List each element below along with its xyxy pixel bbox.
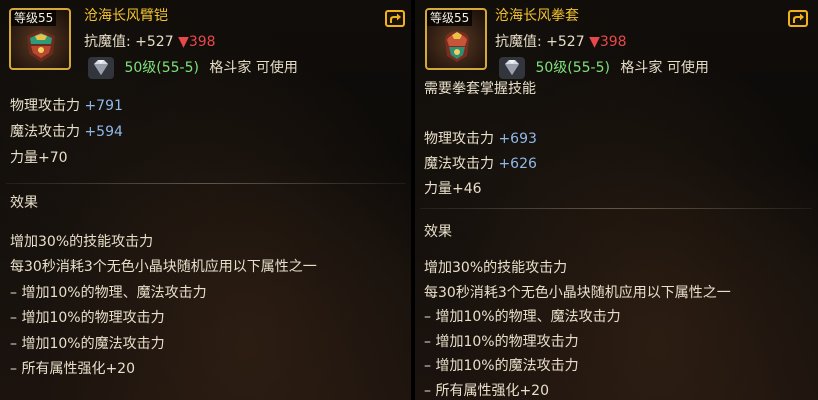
diamond-gem-icon (499, 57, 525, 79)
magic-resist-label: 抗魔值: (495, 34, 542, 50)
item-icon-slot[interactable]: 等级55 (9, 8, 71, 70)
tooltip-comparison: 等级55 沧海长风臂铠 抗魔值: +527 ▼398 50级(55-5) 格斗家… (0, 0, 818, 400)
effect-line: – 所有属性强化+20 (424, 383, 549, 399)
class-requirement: 格斗家 可使用 (209, 60, 298, 76)
effect-line: 增加30%的技能攻击力 (10, 234, 154, 250)
stat-value: +791 (84, 98, 123, 114)
magic-resist-label: 抗魔值: (84, 34, 131, 50)
stat-label: 物理攻击力 (424, 131, 494, 147)
effect-title: 效果 (10, 195, 38, 211)
effect-line: – 增加10%的物理攻击力 (10, 310, 165, 326)
effect-line: – 所有属性强化+20 (10, 361, 135, 377)
item-tooltip-right: 等级55 沧海长风拳套 抗魔值: +527 ▼398 50级(55-5) 格斗家… (415, 0, 818, 400)
stat-label: 魔法攻击力 (424, 156, 494, 172)
strength-line: 力量+46 (424, 181, 482, 197)
effect-line: – 增加10%的魔法攻击力 (424, 358, 579, 374)
magic-attack-line: 魔法攻击力 +594 (10, 123, 123, 141)
physical-attack-line: 物理攻击力 +791 (10, 97, 123, 115)
stat-value: +594 (84, 124, 123, 140)
share-button[interactable] (788, 10, 808, 27)
effect-line: 每30秒消耗3个无色小晶块随机应用以下属性之一 (10, 259, 317, 275)
magic-resist-diff: ▼398 (589, 34, 627, 50)
requirement-row: 50级(55-5) 格斗家 可使用 (499, 56, 709, 80)
required-level: 50级(55-5) (535, 60, 610, 76)
section-divider (420, 208, 812, 209)
level-badge: 等级55 (11, 10, 57, 26)
share-icon (793, 13, 804, 23)
effect-line: 增加30%的技能攻击力 (424, 260, 568, 276)
item-name: 沧海长风臂铠 (84, 8, 168, 24)
effect-line: – 增加10%的物理、魔法攻击力 (424, 309, 621, 325)
item-icon-slot[interactable]: 等级55 (425, 8, 487, 70)
effect-title: 效果 (424, 224, 452, 240)
effect-line: – 增加10%的物理、魔法攻击力 (10, 285, 207, 301)
effect-line: – 增加10%的物理攻击力 (424, 334, 579, 350)
effect-line: 每30秒消耗3个无色小晶块随机应用以下属性之一 (424, 285, 731, 301)
requirement-row: 50级(55-5) 格斗家 可使用 (88, 56, 298, 80)
gauntlet-icon (445, 31, 469, 62)
magic-resist-value: +527 (546, 34, 585, 50)
stat-label: 物理攻击力 (10, 98, 80, 114)
required-level: 50级(55-5) (124, 60, 199, 76)
arm-guard-icon (27, 30, 55, 62)
item-name: 沧海长风拳套 (495, 8, 579, 24)
magic-resist-line: 抗魔值: +527 ▼398 (495, 33, 627, 51)
share-icon (390, 13, 401, 23)
strength-line: 力量+70 (10, 150, 68, 166)
share-button[interactable] (385, 10, 405, 27)
magic-resist-line: 抗魔值: +527 ▼398 (84, 33, 216, 51)
magic-attack-line: 魔法攻击力 +626 (424, 155, 537, 173)
skill-requirement: 需要拳套掌握技能 (424, 81, 536, 97)
stat-value: +626 (498, 156, 537, 172)
level-badge: 等级55 (427, 10, 473, 26)
class-requirement: 格斗家 可使用 (620, 60, 709, 76)
section-divider (6, 183, 406, 184)
magic-resist-diff: ▼398 (178, 34, 216, 50)
stat-label: 魔法攻击力 (10, 124, 80, 140)
magic-resist-value: +527 (135, 34, 174, 50)
item-tooltip-left: 等级55 沧海长风臂铠 抗魔值: +527 ▼398 50级(55-5) 格斗家… (0, 0, 411, 400)
physical-attack-line: 物理攻击力 +693 (424, 130, 537, 148)
stat-value: +693 (498, 131, 537, 147)
diamond-gem-icon (88, 57, 114, 79)
effect-line: – 增加10%的魔法攻击力 (10, 336, 165, 352)
